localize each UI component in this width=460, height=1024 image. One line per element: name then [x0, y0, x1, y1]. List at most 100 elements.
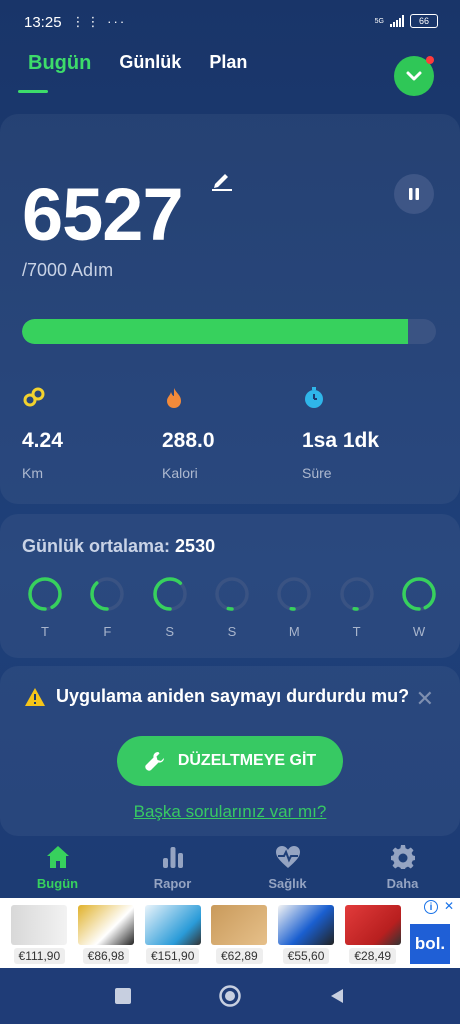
home-icon — [46, 845, 69, 868]
tab-daily[interactable]: Günlük — [119, 52, 181, 73]
distance-value: 4.24 — [22, 429, 63, 452]
ad-product[interactable]: €111,90 — [8, 902, 71, 964]
day-label: M — [288, 624, 300, 639]
ad-product-image — [211, 905, 268, 945]
ad-product-image — [278, 905, 335, 945]
circle-icon — [219, 985, 241, 1007]
weekly-card: Günlük ortalama: 2530 T F S S M T W — [0, 514, 460, 658]
nav-today-label: Bugün — [36, 875, 79, 891]
close-icon[interactable]: ✕ — [416, 686, 434, 712]
system-nav-bar — [0, 968, 460, 1024]
home-button[interactable] — [218, 984, 242, 1008]
weekly-average: Günlük ortalama: 2530 — [22, 536, 215, 557]
ad-price: €55,60 — [282, 948, 330, 964]
app-screen: 13:25 ⋮⋮ ··· 5G 66 Bugün Günlük Plan 652… — [0, 0, 460, 1024]
stat-distance: 4.24 Km — [22, 386, 162, 481]
day-progress: F — [84, 576, 130, 639]
ad-product[interactable]: €28,49 — [341, 902, 404, 964]
pause-button[interactable] — [394, 174, 434, 214]
stats-row: 4.24 Km 288.0 Kalori 1sa 1dk Süre — [22, 386, 442, 481]
gear-icon — [390, 844, 415, 869]
duration-unit: Süre — [302, 465, 332, 481]
top-tabs: Bugün Günlük Plan — [28, 52, 247, 75]
heart-pulse-icon — [275, 845, 300, 868]
wrench-icon — [145, 752, 164, 771]
ad-product-image — [144, 905, 201, 945]
ad-price: €111,90 — [13, 948, 66, 964]
nav-report[interactable]: Rapor — [115, 836, 230, 898]
day-progress: S — [147, 576, 193, 639]
bar-chart-icon — [162, 846, 183, 868]
day-label: W — [412, 624, 426, 639]
ad-logo: bol. — [410, 924, 451, 964]
day-progress-ring — [402, 577, 436, 611]
day-progress-ring — [339, 577, 374, 611]
signal-icon — [390, 15, 404, 27]
tab-plan[interactable]: Plan — [209, 52, 247, 73]
back-button[interactable] — [328, 987, 346, 1005]
nav-health[interactable]: Sağlık — [230, 836, 345, 898]
recents-button[interactable] — [114, 987, 132, 1005]
ad-product[interactable]: €86,98 — [75, 902, 138, 964]
nav-report-label: Rapor — [153, 875, 192, 891]
day-label: F — [103, 624, 112, 639]
stat-calories: 288.0 Kalori — [162, 386, 302, 481]
ad-banner[interactable]: €111,90 €86,98 €151,90 €62,89 €55,60 €28… — [0, 898, 460, 968]
day-progress: S — [209, 576, 255, 639]
status-time: 13:25 — [24, 13, 62, 31]
ad-product-image — [11, 905, 68, 945]
square-icon — [115, 988, 131, 1004]
nav-more-label: Daha — [386, 875, 419, 891]
day-progress-ring — [152, 577, 187, 611]
day-label: S — [227, 624, 237, 639]
expand-button[interactable] — [394, 56, 434, 96]
status-indicators: 5G 66 — [375, 14, 438, 28]
ad-close-icon[interactable]: ✕ — [444, 899, 454, 913]
duration-value: 1sa 1dk — [302, 429, 380, 452]
day-progress-ring — [215, 577, 249, 611]
day-progress: M — [271, 576, 317, 639]
ad-price: €62,89 — [216, 948, 263, 964]
stat-duration: 1sa 1dk Süre — [302, 386, 442, 481]
flame-icon — [167, 388, 181, 408]
timer-icon — [305, 387, 323, 408]
ad-product[interactable]: €62,89 — [208, 902, 271, 964]
day-label: S — [165, 624, 174, 639]
day-progress: W — [396, 576, 442, 639]
triangle-back-icon — [331, 989, 343, 1003]
active-tab-indicator — [18, 90, 48, 93]
ad-product[interactable]: €55,60 — [275, 902, 338, 964]
nav-today[interactable]: Bugün — [0, 836, 115, 898]
ad-price: €86,98 — [82, 948, 130, 964]
chevron-down-icon — [406, 71, 422, 81]
notification-dot — [426, 56, 434, 64]
edit-icon[interactable] — [210, 168, 234, 192]
day-label: T — [352, 624, 361, 639]
pause-icon — [409, 188, 419, 200]
status-bar: 13:25 ⋮⋮ ··· 5G 66 — [0, 0, 460, 44]
calories-unit: Kalori — [162, 465, 198, 481]
tracking-alert-card: Uygulama aniden saymayı durdurdu mu? ✕ D… — [0, 666, 460, 836]
day-label: T — [41, 624, 49, 639]
weekly-average-label: Günlük ortalama: — [22, 536, 171, 556]
step-progress-fill — [22, 319, 408, 344]
step-goal: /7000 Adım — [22, 260, 114, 280]
day-progress: T — [22, 576, 68, 639]
step-count: 6527 — [22, 173, 184, 256]
fix-button[interactable]: DÜZELTMEYE GİT — [117, 736, 343, 786]
help-link[interactable]: Başka sorularınız var mı? — [0, 802, 460, 822]
battery-icon: 66 — [410, 14, 438, 28]
calories-value: 288.0 — [162, 429, 215, 452]
tab-today[interactable]: Bugün — [28, 52, 91, 75]
network-type: 5G — [374, 17, 384, 25]
ad-price: €28,49 — [349, 948, 397, 964]
warning-icon — [25, 687, 45, 706]
nav-more[interactable]: Daha — [345, 836, 460, 898]
nav-health-label: Sağlık — [268, 875, 307, 891]
ad-product[interactable]: €151,90 — [141, 902, 204, 964]
step-progress-bar — [22, 319, 436, 344]
ad-info-icon[interactable]: i — [424, 900, 438, 914]
day-progress-ring — [277, 577, 312, 611]
ad-product-image — [344, 905, 401, 945]
alert-title: Uygulama aniden saymayı durdurdu mu? — [24, 686, 409, 707]
